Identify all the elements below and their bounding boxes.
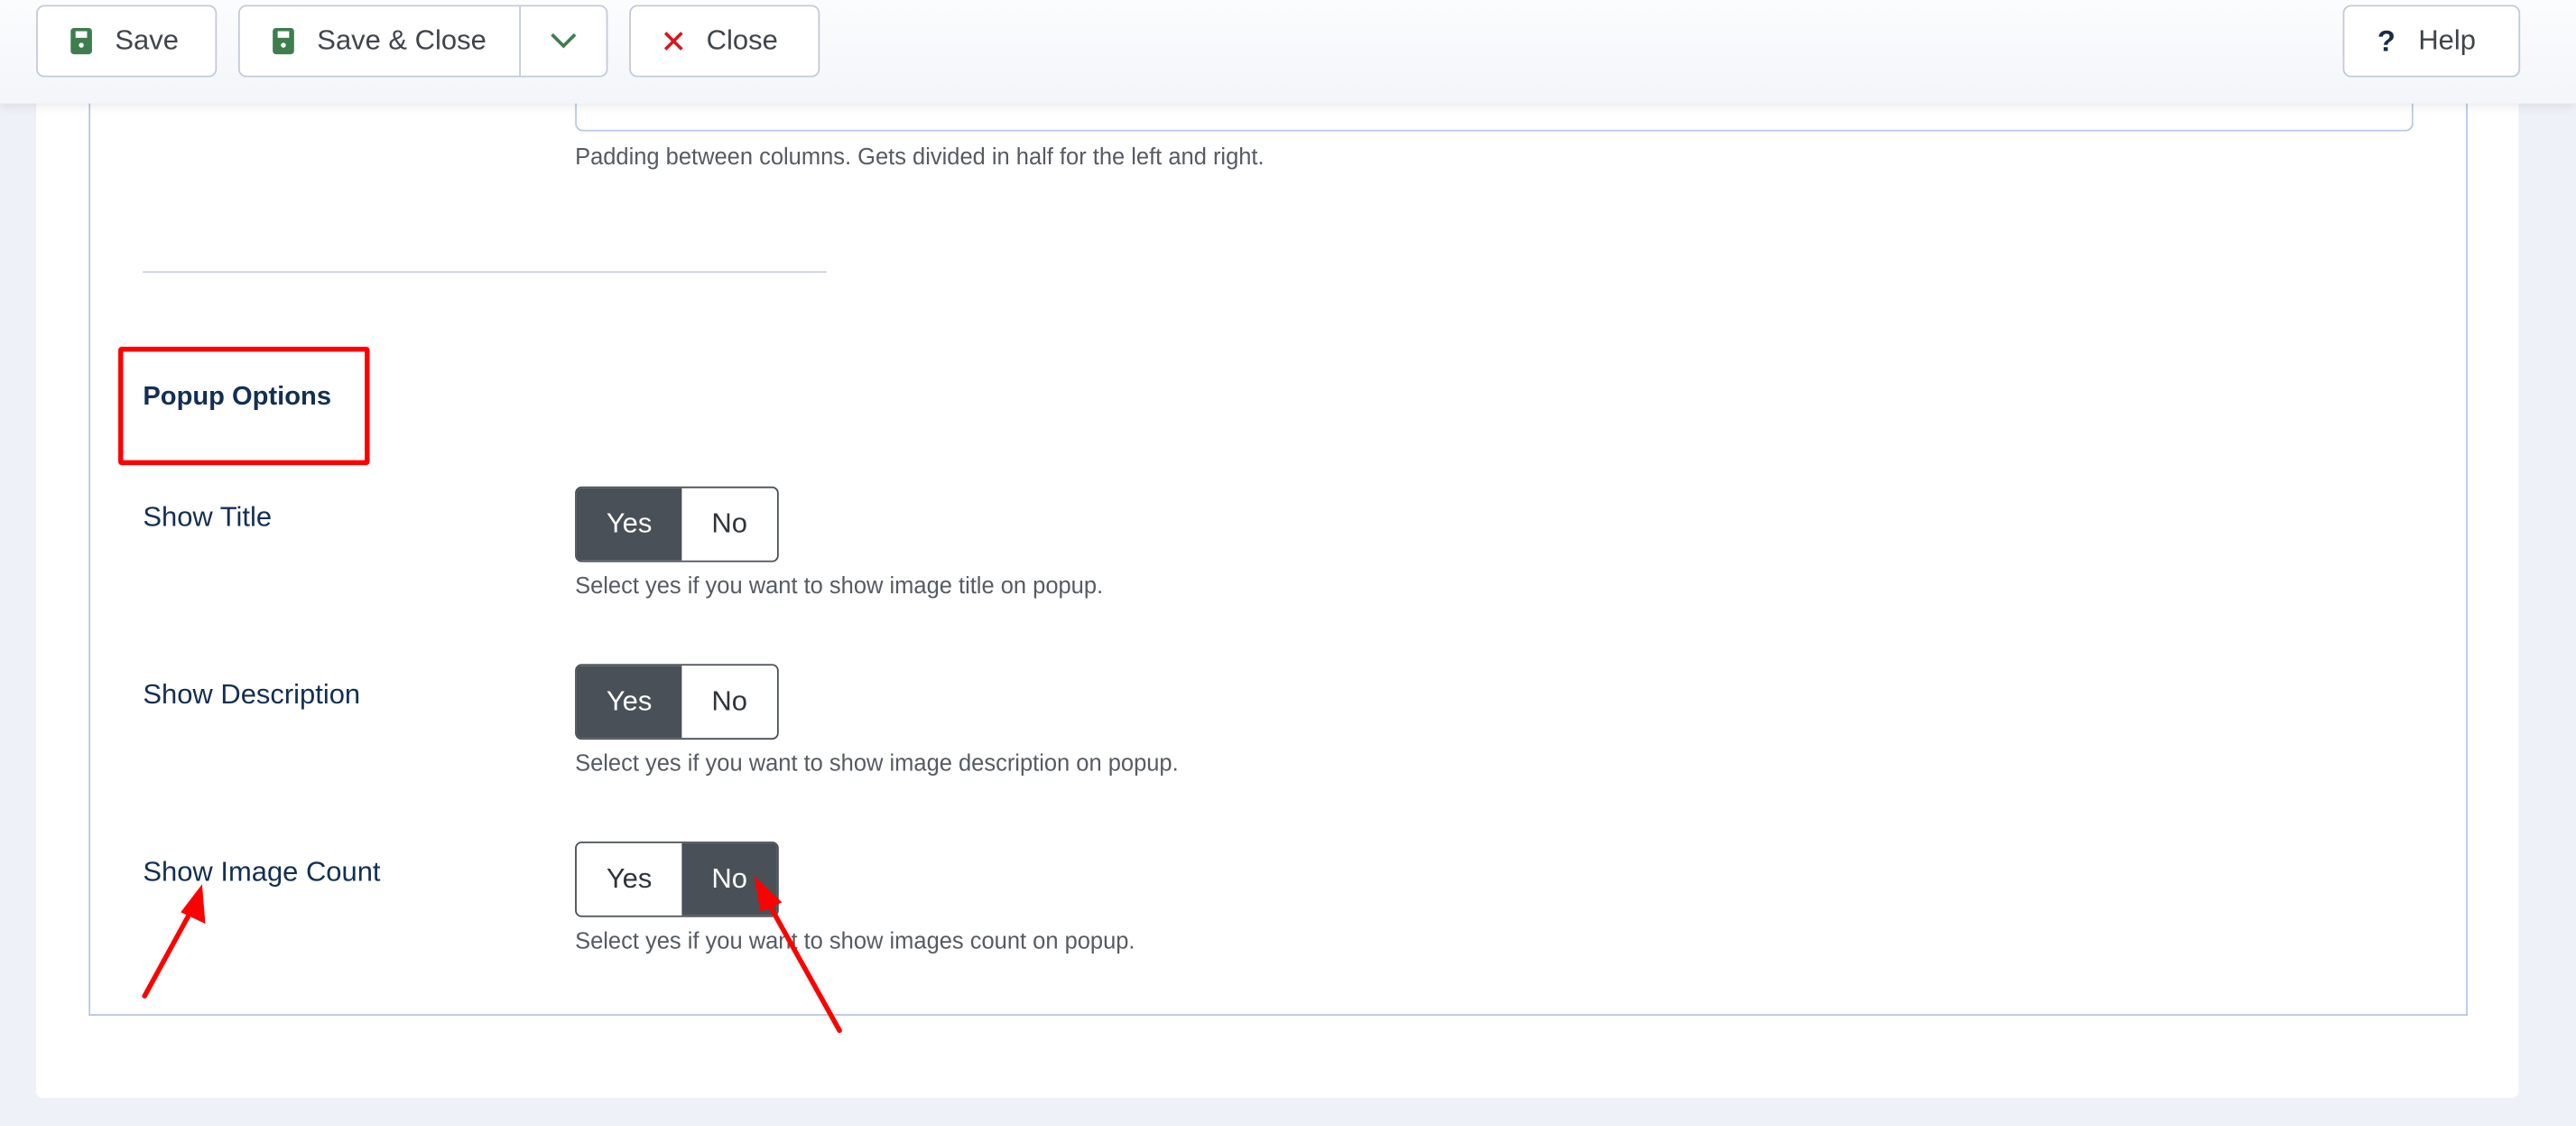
divider <box>143 271 827 274</box>
close-button[interactable]: Close <box>629 5 820 78</box>
save-label: Save <box>115 24 179 56</box>
column-padding-help: Padding between columns. Gets divided in… <box>575 143 1265 170</box>
show-title-no[interactable]: No <box>681 489 777 561</box>
help-label: Help <box>2418 24 2476 56</box>
help-question-icon: ? <box>2377 23 2395 57</box>
save-icon <box>273 27 294 55</box>
save-icon <box>70 27 92 55</box>
close-icon <box>663 32 683 51</box>
show-image-count-toggle[interactable]: Yes No <box>575 841 779 917</box>
show-title-yes[interactable]: Yes <box>576 488 682 561</box>
save-close-button[interactable]: Save & Close <box>240 6 522 76</box>
options-fieldset <box>88 0 2468 1016</box>
show-title-help: Select yes if you want to show image tit… <box>575 572 1104 599</box>
save-options-dropdown[interactable] <box>521 6 607 75</box>
show-title-toggle[interactable]: Yes No <box>575 486 779 563</box>
chevron-down-icon <box>551 33 577 49</box>
section-heading: Popup Options <box>143 383 332 412</box>
save-button[interactable]: Save <box>36 5 218 78</box>
show-title-label: Show Title <box>143 501 273 533</box>
show-image-count-yes[interactable]: Yes <box>577 843 681 916</box>
show-description-help: Select yes if you want to show image des… <box>575 749 1179 777</box>
save-close-group: Save & Close <box>237 5 608 78</box>
show-image-count-no[interactable]: No <box>681 842 777 916</box>
toolbar: Save Save & Close Close ? Help <box>0 0 2576 104</box>
show-image-count-label: Show Image Count <box>143 856 381 888</box>
close-label: Close <box>706 24 778 56</box>
show-description-no[interactable]: No <box>681 665 777 738</box>
show-description-label: Show Description <box>143 678 361 711</box>
show-description-toggle[interactable]: Yes No <box>575 664 779 740</box>
help-button[interactable]: ? Help <box>2342 5 2521 78</box>
save-close-label: Save & Close <box>317 24 486 56</box>
show-image-count-help: Select yes if you want to show images co… <box>575 926 1135 954</box>
show-description-yes[interactable]: Yes <box>576 665 682 739</box>
